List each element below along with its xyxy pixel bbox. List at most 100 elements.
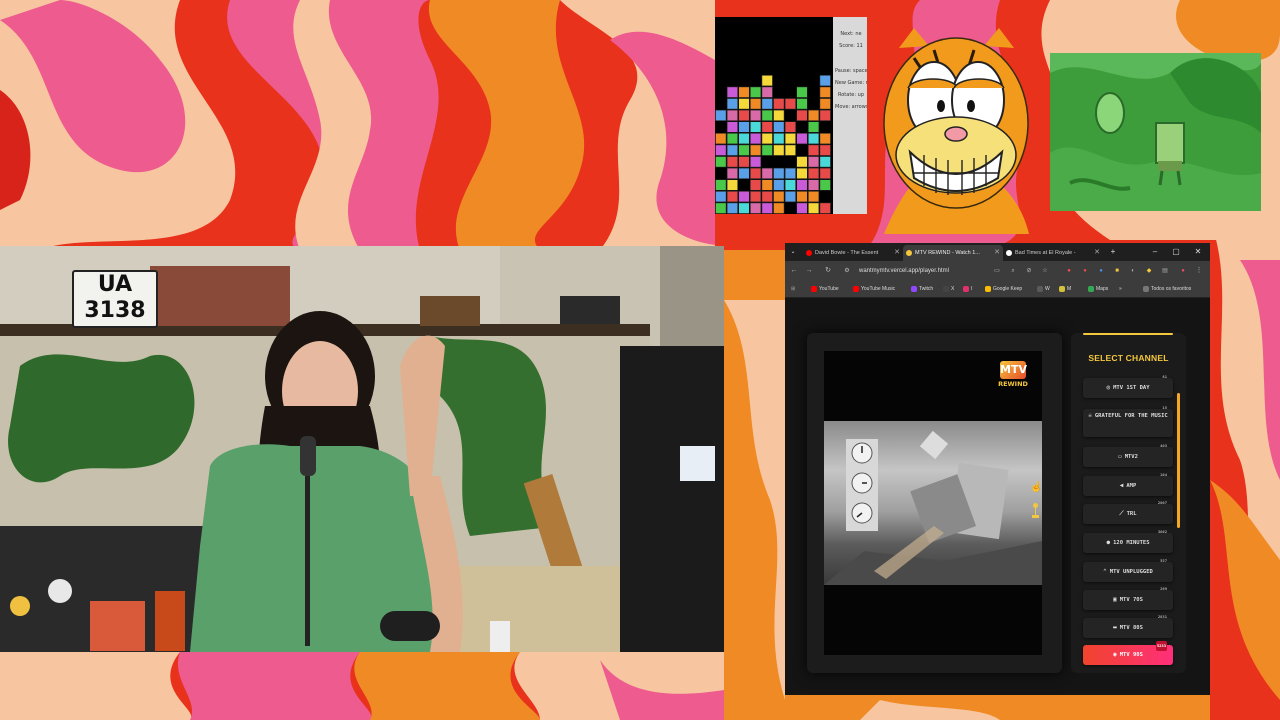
- extension-icon[interactable]: ◆: [1143, 264, 1155, 278]
- tetris-block: [738, 156, 750, 168]
- channel-button[interactable]: ▭ MTV2 403: [1083, 443, 1173, 467]
- channel-icon: ⟋: [1119, 510, 1124, 517]
- bookmark-label: I: [971, 286, 973, 292]
- tetris-block: [749, 109, 762, 121]
- back-button[interactable]: ←: [788, 264, 800, 278]
- channel-count-badge: 403: [1160, 443, 1167, 448]
- bookmark-twitch[interactable]: Twitch: [911, 283, 933, 295]
- tv-screen[interactable]: MTV REWIND ☝: [824, 351, 1042, 655]
- forward-button[interactable]: →: [803, 264, 815, 278]
- tetris-block: [749, 156, 762, 168]
- tetris-block: [738, 86, 750, 98]
- bookmark-google-keep[interactable]: Google Keep: [985, 283, 1022, 295]
- tetris-block: [749, 202, 762, 214]
- bookmark-label: X: [951, 286, 955, 292]
- apps-grid-icon[interactable]: ⊞: [791, 283, 795, 295]
- tetris-block: [715, 144, 727, 156]
- tetris-pause-help: Pause: space: [835, 68, 867, 74]
- extension-icon[interactable]: ●: [1079, 264, 1091, 278]
- close-window-button[interactable]: ✕: [1188, 243, 1208, 261]
- tab-search-icon[interactable]: ⌄: [787, 243, 799, 261]
- channel-button[interactable]: ● 120 MINUTES 3062: [1083, 529, 1173, 553]
- channel-icon: ◀: [1119, 482, 1124, 489]
- extension-icon[interactable]: ●: [1095, 264, 1107, 278]
- tab-el-royale[interactable]: Bad Times at El Royale - ✕: [1003, 245, 1103, 261]
- bookmarks-overflow-button[interactable]: »: [1119, 283, 1122, 295]
- extension-icon[interactable]: ●: [1063, 264, 1075, 278]
- bookmark-instagram[interactable]: I: [963, 283, 972, 295]
- url-field[interactable]: wantmymtv.vercel.app/player.html: [859, 264, 1009, 278]
- tetris-block: [761, 144, 773, 156]
- tetris-block: [749, 121, 762, 133]
- channel-count-badge: 104: [1160, 472, 1167, 477]
- bookmark-youtube[interactable]: YouTube: [811, 283, 839, 295]
- bookmark-maps[interactable]: Maps: [1088, 283, 1108, 295]
- cast-icon[interactable]: ▭: [991, 264, 1003, 278]
- tetris-block: [761, 98, 773, 110]
- extension-icon[interactable]: ■: [1111, 264, 1123, 278]
- joystick-icon: [1032, 503, 1039, 521]
- bookmark-youtube-music[interactable]: YouTube Music: [853, 283, 895, 295]
- avatar[interactable]: ●: [1177, 264, 1189, 278]
- tetris-block: [819, 109, 831, 121]
- license-plate-line1: UA: [97, 272, 133, 297]
- minimize-button[interactable]: –: [1145, 243, 1165, 261]
- tetris-block: [819, 133, 831, 145]
- menu-kebab-icon[interactable]: ⋮: [1193, 264, 1205, 278]
- tetris-block: [726, 109, 739, 121]
- maps-icon: [1088, 286, 1094, 292]
- bookmarks-bar: ⊞ YouTube YouTube Music Twitch X I Googl…: [785, 281, 1210, 298]
- tetris-newgame-help: New Game: return: [835, 80, 867, 86]
- tab-mtv-rewind[interactable]: MTV REWIND - Watch 1... ✕: [903, 245, 1003, 261]
- tetris-block: [726, 86, 739, 98]
- channel-label: 120 MINUTES: [1113, 540, 1150, 546]
- close-icon[interactable]: ✕: [1094, 245, 1100, 261]
- w-icon: [1037, 286, 1043, 292]
- channel-label: MTV 1ST DAY: [1113, 385, 1150, 391]
- zoom-icon[interactable]: ⌕: [1007, 264, 1019, 278]
- eye-off-icon[interactable]: ⊘: [1023, 264, 1035, 278]
- channel-button[interactable]: ◉ MTV 90S 5233: [1083, 641, 1173, 665]
- keep-icon: [985, 286, 991, 292]
- bookmark-w[interactable]: W: [1037, 283, 1050, 295]
- bookmark-label: M: [1067, 286, 1072, 292]
- tv-frame: MTV REWIND ☝: [807, 333, 1062, 673]
- tetris-block: [749, 86, 762, 98]
- bookmark-m[interactable]: M: [1059, 283, 1071, 295]
- channel-button[interactable]: ⌃ MTV UNPLUGGED 557: [1083, 558, 1173, 582]
- x-icon: [943, 286, 949, 292]
- channel-button[interactable]: ▬ MTV 80S 2831: [1083, 614, 1173, 638]
- tetris-block: [796, 109, 808, 121]
- tab-bowie[interactable]: David Bowie - The Essent ✕: [803, 245, 903, 261]
- channel-scrollbar[interactable]: [1177, 393, 1180, 528]
- channel-button[interactable]: ▣ MTV 70S 269: [1083, 586, 1173, 610]
- tetris-block: [715, 133, 727, 145]
- bookmark-label: YouTube Music: [861, 286, 896, 292]
- channel-button[interactable]: ⟋ TRL 2007: [1083, 500, 1173, 524]
- channel-button[interactable]: ◀ AMP 104: [1083, 472, 1173, 496]
- channel-button[interactable]: ◎ MTV 1ST DAY 81: [1083, 374, 1173, 398]
- youtube-icon: [811, 286, 817, 292]
- tetris-block: [808, 191, 820, 203]
- maximize-button[interactable]: ▢: [1166, 243, 1186, 261]
- close-icon[interactable]: ✕: [894, 245, 900, 261]
- tetris-block: [715, 156, 727, 168]
- new-tab-button[interactable]: +: [1103, 243, 1123, 261]
- extensions-puzzle-icon[interactable]: ▤: [1159, 264, 1171, 278]
- bookmark-all-favorites[interactable]: Todos os favoritos: [1143, 283, 1191, 295]
- extension-icon[interactable]: ◐: [1127, 264, 1139, 278]
- close-icon[interactable]: ✕: [994, 245, 1000, 261]
- channel-button[interactable]: ☠ GRATEFUL FOR THE MUSIC 15: [1083, 405, 1173, 437]
- tetris-block: [726, 98, 739, 110]
- bookmark-x[interactable]: X: [943, 283, 954, 295]
- tetris-block: [819, 202, 831, 214]
- site-info-icon[interactable]: ⚙: [841, 264, 853, 278]
- reload-button[interactable]: ↻: [822, 264, 834, 278]
- tetris-block: [773, 121, 785, 133]
- bookmark-star-icon[interactable]: ☆: [1039, 264, 1051, 278]
- tetris-game: Next: ne Score: 11 Pause: space New Game…: [715, 17, 867, 214]
- tetris-block: [726, 191, 739, 203]
- mtv-tab-icon: [906, 250, 912, 256]
- channel-count-badge: 15: [1162, 405, 1167, 410]
- channel-count-badge: 3062: [1157, 529, 1167, 534]
